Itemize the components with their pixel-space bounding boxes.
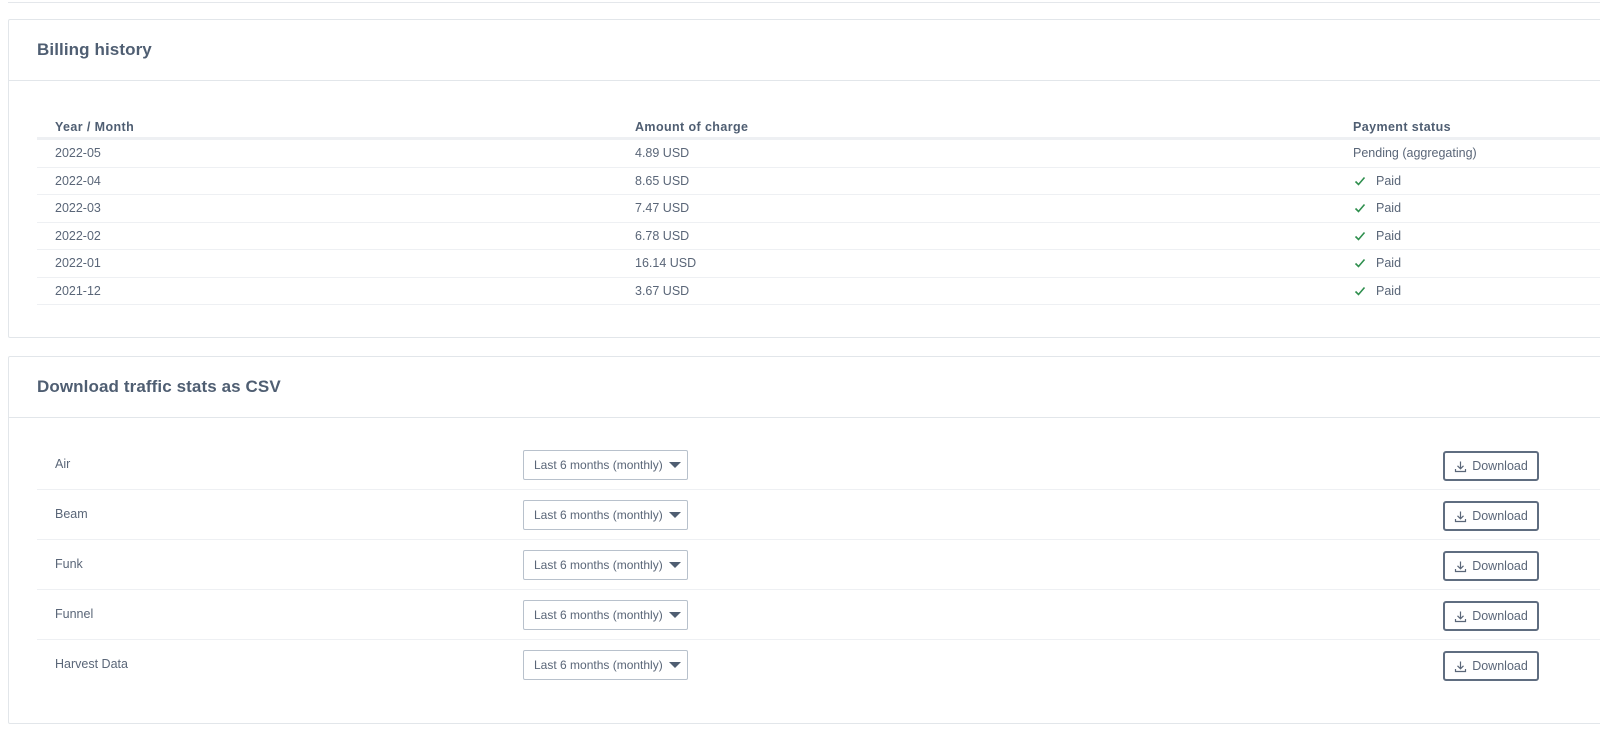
list-item: Air Last 6 months (monthly) Download xyxy=(37,440,1600,490)
table-row: 2022-02 6.78 USD Paid xyxy=(37,223,1600,250)
range-select-value: Last 6 months (monthly) xyxy=(534,508,663,522)
billing-history-title: Billing history xyxy=(37,40,152,59)
payment-status-paid: Paid xyxy=(1353,174,1401,188)
billing-period: 2022-04 xyxy=(55,173,101,188)
download-button[interactable]: Download xyxy=(1443,651,1539,681)
payment-status-label: Paid xyxy=(1376,201,1402,215)
billing-table-body: 2022-05 4.89 USD Pending (aggregating) 2022… xyxy=(37,140,1600,305)
range-select-value: Last 6 months (monthly) xyxy=(534,658,663,672)
download-button-label: Download xyxy=(1472,459,1528,473)
payment-status-label: Paid xyxy=(1376,283,1402,298)
download-button[interactable]: Download xyxy=(1443,551,1539,581)
download-icon xyxy=(1455,611,1467,622)
caret-down-icon xyxy=(668,562,681,568)
download-button[interactable]: Download xyxy=(1443,501,1539,531)
download-icon xyxy=(1455,661,1467,672)
billing-period: 2022-02 xyxy=(55,228,101,243)
range-select[interactable]: Last 6 months (monthly) xyxy=(523,500,688,530)
download-button-label: Download xyxy=(1472,559,1528,573)
traffic-stats-list: Air Last 6 months (monthly) Download Beam La… xyxy=(37,440,1600,690)
download-button[interactable]: Download xyxy=(1443,601,1539,631)
billing-period: 2022-03 xyxy=(55,201,101,215)
previous-card-edge xyxy=(8,0,1600,3)
traffic-stats-title: Download traffic stats as CSV xyxy=(37,377,281,396)
table-row: 2022-01 16.14 USD Paid xyxy=(37,250,1600,278)
payment-status-paid: Paid xyxy=(1353,201,1401,215)
billing-amount: 16.14 USD xyxy=(635,256,697,270)
check-icon xyxy=(1354,286,1366,296)
billing-period: 2021-12 xyxy=(55,283,101,298)
billing-table-header: Year / Month Amount of charge Payment st… xyxy=(37,108,1600,140)
check-icon xyxy=(1354,176,1366,186)
caret-down-icon xyxy=(668,662,681,668)
list-item: Beam Last 6 months (monthly) Download xyxy=(37,490,1600,540)
payment-status-label: Paid xyxy=(1376,228,1402,243)
payment-status-label: Paid xyxy=(1376,256,1402,270)
billing-amount: 7.47 USD xyxy=(635,201,690,215)
billing-amount: 6.78 USD xyxy=(635,228,690,243)
service-name: Harvest Data xyxy=(55,657,128,671)
billing-history-header: Billing history xyxy=(9,20,1600,81)
payment-status-label: Paid xyxy=(1376,173,1402,188)
table-row: 2021-12 3.67 USD Paid xyxy=(37,278,1600,305)
billing-history-card: Billing history Year / Month Amount of c… xyxy=(8,19,1600,338)
billing-period: 2022-01 xyxy=(55,256,101,270)
download-button[interactable]: Download xyxy=(1443,451,1539,481)
billing-amount: 4.89 USD xyxy=(635,146,690,160)
download-button-label: Download xyxy=(1472,609,1528,623)
table-row: 2022-05 4.89 USD Pending (aggregating) xyxy=(37,140,1600,168)
check-icon xyxy=(1354,203,1366,213)
range-select-value: Last 6 months (monthly) xyxy=(534,608,663,622)
payment-status-paid: Paid xyxy=(1353,229,1401,243)
traffic-stats-card: Download traffic stats as CSV Air Last 6 … xyxy=(8,356,1600,724)
range-select-value: Last 6 months (monthly) xyxy=(534,558,663,572)
column-header-year-month: Year / Month xyxy=(55,120,135,134)
range-select-value: Last 6 months (monthly) xyxy=(534,458,663,472)
check-icon xyxy=(1354,231,1366,241)
billing-amount: 3.67 USD xyxy=(635,283,690,298)
range-select[interactable]: Last 6 months (monthly) xyxy=(523,600,688,630)
service-name: Funnel xyxy=(55,607,94,621)
range-select[interactable]: Last 6 months (monthly) xyxy=(523,550,688,580)
caret-down-icon xyxy=(668,512,681,518)
download-icon xyxy=(1455,561,1467,572)
list-item: Funk Last 6 months (monthly) Download xyxy=(37,540,1600,590)
column-header-payment-status: Payment status xyxy=(1353,120,1451,134)
service-name: Air xyxy=(55,457,71,471)
range-select[interactable]: Last 6 months (monthly) xyxy=(523,450,688,480)
billing-period: 2022-05 xyxy=(55,146,101,160)
download-icon xyxy=(1455,511,1467,522)
download-button-label: Download xyxy=(1472,509,1528,523)
table-row: 2022-04 8.65 USD Paid xyxy=(37,168,1600,195)
caret-down-icon xyxy=(668,462,681,468)
list-item: Funnel Last 6 months (monthly) Download xyxy=(37,590,1600,640)
payment-status-paid: Paid xyxy=(1353,256,1401,270)
table-row: 2022-03 7.47 USD Paid xyxy=(37,195,1600,223)
service-name: Funk xyxy=(55,557,83,571)
payment-status-paid: Paid xyxy=(1353,284,1401,298)
check-icon xyxy=(1354,258,1366,268)
list-item: Harvest Data Last 6 months (monthly) Downl… xyxy=(37,640,1600,690)
range-select[interactable]: Last 6 months (monthly) xyxy=(523,650,688,680)
payment-status-pending: Pending (aggregating) xyxy=(1353,146,1477,160)
service-name: Beam xyxy=(55,507,88,521)
column-header-amount: Amount of charge xyxy=(635,120,749,134)
traffic-stats-header: Download traffic stats as CSV xyxy=(9,357,1600,418)
caret-down-icon xyxy=(668,612,681,618)
download-icon xyxy=(1455,461,1467,472)
billing-amount: 8.65 USD xyxy=(635,173,690,188)
billing-table: Year / Month Amount of charge Payment st… xyxy=(37,108,1600,305)
download-button-label: Download xyxy=(1472,659,1528,673)
